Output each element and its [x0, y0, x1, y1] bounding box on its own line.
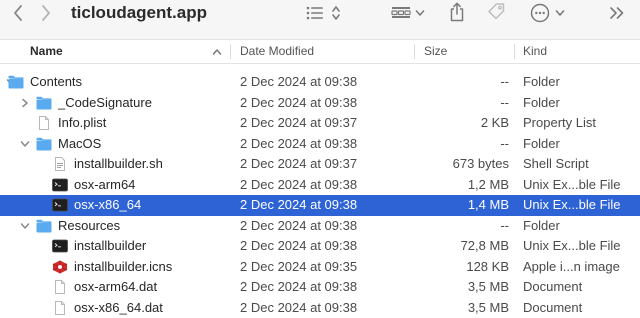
file-name: MacOS — [58, 135, 102, 151]
file-size: -- — [500, 217, 509, 233]
file-size: 3,5 MB — [467, 299, 509, 315]
file-size: -- — [500, 74, 509, 89]
date-modified: 2 Dec 2024 at 09:38 — [240, 217, 358, 233]
file-row[interactable]: _CodeSignature 2 Dec 2024 at 09:38 -- Folde… — [0, 93, 640, 114]
window-title: ticloudagent.app — [71, 3, 207, 22]
file-list: Contents 2 Dec 2024 at 09:38 -- Folder _Code… — [0, 72, 640, 318]
terminal-icon — [52, 239, 68, 253]
column-divider[interactable] — [414, 44, 415, 59]
share-icon[interactable] — [447, 1, 467, 23]
file-size: 128 KB — [466, 258, 509, 274]
file-name: Contents — [30, 74, 83, 89]
date-modified: 2 Dec 2024 at 09:38 — [240, 279, 358, 294]
icns-icon — [52, 260, 68, 274]
folder-icon — [36, 137, 52, 151]
date-modified: 2 Dec 2024 at 09:38 — [240, 94, 358, 110]
file-row[interactable]: Contents 2 Dec 2024 at 09:38 -- Folder — [0, 72, 640, 93]
file-kind: Unix Ex...ble File — [523, 176, 621, 192]
name-column-header[interactable]: Name — [30, 40, 63, 63]
folder-icon — [8, 75, 24, 89]
list-view-icon[interactable] — [305, 3, 325, 23]
file-row[interactable]: installbuilder.sh 2 Dec 2024 at 09:37 673 … — [0, 154, 640, 175]
file-kind: Document — [523, 279, 583, 294]
date-modified: 2 Dec 2024 at 09:38 — [240, 299, 358, 315]
terminal-icon — [52, 198, 68, 212]
chevron-down-icon[interactable] — [414, 3, 426, 23]
date-modified: 2 Dec 2024 at 09:38 — [240, 135, 358, 151]
file-row[interactable]: osx-arm64 2 Dec 2024 at 09:38 1,2 MB Unix E… — [0, 175, 640, 196]
date-modified: 2 Dec 2024 at 09:38 — [240, 74, 358, 89]
column-divider[interactable] — [230, 44, 231, 59]
file-size: 1,4 MB — [467, 197, 509, 212]
document-icon — [52, 300, 68, 315]
date-modified: 2 Dec 2024 at 09:37 — [240, 156, 358, 171]
back-icon[interactable] — [10, 2, 26, 24]
disclosure-expanded-icon[interactable] — [20, 216, 30, 237]
file-row[interactable]: installbuilder 2 Dec 2024 at 09:38 72,8 MB… — [0, 236, 640, 257]
overflow-icon[interactable] — [606, 3, 628, 23]
file-size: 2 KB — [480, 115, 509, 130]
folder-icon — [36, 96, 52, 110]
size-column-header[interactable]: Size — [424, 40, 447, 63]
group-icon[interactable] — [390, 3, 412, 23]
date-modified: 2 Dec 2024 at 09:38 — [240, 176, 358, 192]
file-name: _CodeSignature — [58, 94, 152, 110]
file-name: osx-arm64.dat — [74, 279, 158, 294]
file-row[interactable]: Info.plist 2 Dec 2024 at 09:37 2 KB Propert… — [0, 113, 640, 134]
script-icon — [52, 157, 68, 171]
file-name: installbuilder.sh — [74, 156, 163, 171]
file-name: osx-x86_64 — [74, 197, 142, 212]
date-modified: 2 Dec 2024 at 09:38 — [240, 238, 358, 253]
date-modified: 2 Dec 2024 at 09:37 — [240, 115, 358, 130]
file-name: osx-arm64 — [74, 176, 136, 192]
file-name: Resources — [58, 217, 121, 233]
file-size: 673 bytes — [452, 156, 509, 171]
file-row[interactable]: Resources 2 Dec 2024 at 09:38 -- Folder — [0, 216, 640, 237]
disclosure-expanded-icon[interactable] — [20, 134, 30, 155]
column-divider[interactable] — [514, 44, 515, 59]
file-size: 72,8 MB — [460, 238, 509, 253]
file-kind: Folder — [523, 135, 560, 151]
file-name: Info.plist — [58, 115, 107, 130]
file-kind: Apple i...n image — [523, 258, 620, 274]
tag-icon[interactable] — [484, 1, 508, 23]
disclosure-collapsed-icon[interactable] — [20, 93, 30, 114]
file-name: osx-x86_64.dat — [74, 299, 163, 315]
file-kind: Shell Script — [523, 156, 589, 171]
kind-column-header[interactable]: Kind — [523, 40, 547, 63]
file-size: 3,5 MB — [467, 279, 509, 294]
file-name: installbuilder — [74, 238, 147, 253]
file-row[interactable]: MacOS 2 Dec 2024 at 09:38 -- Folder — [0, 134, 640, 155]
sort-icon[interactable] — [329, 3, 343, 23]
more-chevron-icon[interactable] — [554, 3, 566, 23]
folder-icon — [36, 219, 52, 233]
date-modified: 2 Dec 2024 at 09:38 — [240, 197, 358, 212]
document-icon — [36, 116, 52, 130]
file-row[interactable]: installbuilder.icns 2 Dec 2024 at 09:35 12… — [0, 257, 640, 278]
more-icon[interactable] — [529, 3, 551, 23]
file-kind: Document — [523, 299, 583, 315]
forward-icon[interactable] — [38, 2, 54, 24]
terminal-icon — [52, 178, 68, 192]
file-kind: Unix Ex...ble File — [523, 238, 621, 253]
file-kind: Folder — [523, 94, 560, 110]
file-kind: Folder — [523, 74, 560, 89]
file-size: -- — [500, 135, 509, 151]
document-icon — [52, 280, 68, 294]
date-column-header[interactable]: Date Modified — [240, 40, 314, 63]
file-size: -- — [500, 94, 509, 110]
file-name: installbuilder.icns — [74, 258, 173, 274]
file-kind: Property List — [523, 115, 596, 130]
toolbar: ticloudagent.app — [0, 0, 640, 40]
column-header: Name Date Modified Size Kind — [0, 40, 640, 64]
file-row[interactable]: osx-x86_64 2 Dec 2024 at 09:38 1,4 MB Unix … — [0, 195, 640, 216]
file-row[interactable]: osx-arm64.dat 2 Dec 2024 at 09:38 3,5 MB Do… — [0, 277, 640, 298]
file-size: 1,2 MB — [467, 176, 509, 192]
file-kind: Folder — [523, 217, 560, 233]
file-kind: Unix Ex...ble File — [523, 197, 621, 212]
sort-ascending-icon[interactable] — [210, 45, 224, 59]
file-row[interactable]: osx-x86_64.dat 2 Dec 2024 at 09:38 3,5 MB D… — [0, 298, 640, 318]
date-modified: 2 Dec 2024 at 09:35 — [240, 258, 358, 274]
